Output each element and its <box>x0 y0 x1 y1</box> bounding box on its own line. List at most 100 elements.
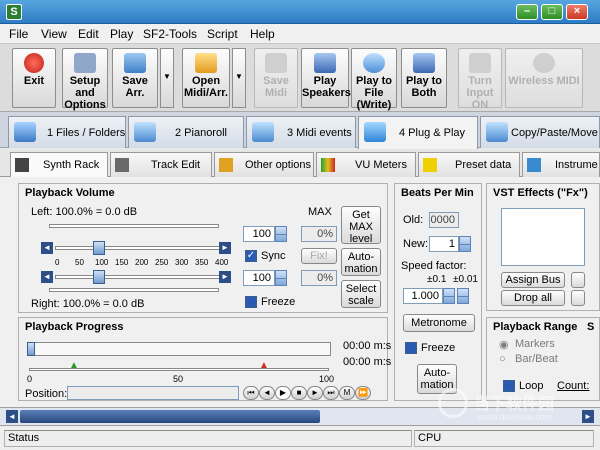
close-button[interactable]: × <box>566 4 588 20</box>
menu-help[interactable]: Help <box>250 27 275 41</box>
left-volume-input[interactable]: 100 <box>243 226 275 242</box>
scroll-left-icon[interactable]: ◄ <box>6 410 18 423</box>
right-pct-display: 0% <box>301 270 337 286</box>
next-mark-icon[interactable]: ⏩ <box>355 386 371 400</box>
speaker-icon <box>314 53 336 73</box>
status-bar: Status CPU <box>0 425 600 450</box>
scroll-thumb[interactable] <box>20 410 320 423</box>
speed-factor-input[interactable]: 1.000 <box>403 288 443 304</box>
scale-tick-200: 200 <box>135 258 149 267</box>
left-volume-spinner[interactable] <box>275 226 287 242</box>
sync-label: Sync <box>261 250 286 262</box>
open-midi-button[interactable]: Open Midi/Arr. <box>182 48 230 108</box>
forward-icon[interactable]: ► <box>307 386 323 400</box>
position-field <box>67 386 239 400</box>
speed-coarse-spinner[interactable] <box>443 288 455 304</box>
sync-checkbox[interactable]: ✓ <box>245 250 257 262</box>
freeze-volume-checkbox[interactable] <box>245 296 257 308</box>
right-volume-end-icon[interactable]: ► <box>219 271 231 283</box>
barbeat-radio-icon[interactable]: ○ <box>499 353 506 365</box>
subtab-track-edit[interactable]: Track Edit <box>110 152 212 177</box>
markers-label: Markers <box>515 338 555 350</box>
markers-radio-icon[interactable]: ◉ <box>499 338 509 351</box>
rewind-start-icon[interactable]: ⏮ <box>243 386 259 400</box>
vst-extra-button-1[interactable] <box>571 272 585 288</box>
left-volume-start-icon[interactable]: ◄ <box>41 242 53 254</box>
right-volume-slider[interactable] <box>55 275 221 279</box>
save-icon <box>124 53 146 73</box>
track-edit-icon <box>115 158 129 172</box>
watermark-text: 当下软件园 <box>474 396 555 413</box>
subtab-instruments[interactable]: Instrume <box>522 152 600 177</box>
drop-all-button[interactable]: Drop all <box>501 290 565 306</box>
right-volume-start-icon[interactable]: ◄ <box>41 271 53 283</box>
content-area: Playback Volume Left: 100.0% = 0.0 dB MA… <box>0 177 600 407</box>
main-tabs: 1 Files / Folders 2 Pianoroll 3 Midi eve… <box>0 112 600 149</box>
left-volume-slider[interactable] <box>55 246 221 250</box>
subtab-preset-data[interactable]: Preset data <box>418 152 520 177</box>
setup-options-button[interactable]: Setup and Options <box>62 48 108 111</box>
menu-sf2-tools[interactable]: SF2-Tools <box>143 27 197 41</box>
rewind-icon[interactable]: ◄ <box>259 386 275 400</box>
menu-edit[interactable]: Edit <box>78 27 99 41</box>
bpm-new-input[interactable]: 1 <box>429 236 459 252</box>
vst-effects-list[interactable] <box>501 208 585 266</box>
play-to-file-button[interactable]: Play to File (Write) <box>351 48 397 111</box>
right-volume-spinner[interactable] <box>275 270 287 286</box>
progress-scale-end: 100 <box>319 374 335 384</box>
subtab-synth-rack[interactable]: Synth Rack <box>10 152 108 177</box>
save-arr-button[interactable]: Save Arr. <box>112 48 158 108</box>
tab-plug-play[interactable]: 4 Plug & Play <box>358 116 478 149</box>
left-volume-thumb[interactable] <box>93 241 105 255</box>
skip-icon[interactable]: ⏭ <box>323 386 339 400</box>
metronome-button[interactable]: Metronome <box>403 314 475 332</box>
get-max-level-button[interactable]: Get MAX level <box>341 206 381 245</box>
volume-automation-button[interactable]: Auto-mation <box>341 248 381 276</box>
progress-thumb[interactable] <box>27 342 35 356</box>
speed-hint-fine: ±0.01 <box>453 274 478 285</box>
left-volume-end-icon[interactable]: ► <box>219 242 231 254</box>
progress-scale-start: 0 <box>27 374 33 384</box>
left-level-label: Left: 100.0% = 0.0 dB <box>31 206 138 218</box>
maximize-button[interactable]: □ <box>541 4 563 20</box>
vst-extra-button-2[interactable] <box>571 290 585 306</box>
exit-button[interactable]: Exit <box>12 48 56 108</box>
subtab-other-options[interactable]: Other options <box>214 152 314 177</box>
play-icon[interactable]: ▶ <box>275 386 291 400</box>
watermark-url: www.downxia.com <box>478 412 553 422</box>
bpm-freeze-label: Freeze <box>421 342 456 354</box>
tab-copy-paste-move[interactable]: Copy/Paste/Move <box>480 116 600 148</box>
menu-view[interactable]: View <box>41 27 67 41</box>
menu-file[interactable]: File <box>9 27 28 41</box>
bpm-old-value: 0000 <box>429 212 459 228</box>
speed-fine-spinner[interactable] <box>457 288 469 304</box>
scale-tick-150: 150 <box>115 258 129 267</box>
menu-play[interactable]: Play <box>110 27 133 41</box>
range-end-marker-icon[interactable]: ▲ <box>259 360 269 371</box>
save-dropdown[interactable]: ▼ <box>160 48 174 108</box>
stop-icon[interactable]: ■ <box>291 386 307 400</box>
menu-script[interactable]: Script <box>207 27 238 41</box>
open-dropdown[interactable]: ▼ <box>232 48 246 108</box>
play-speakers-button[interactable]: Play Speakers <box>301 48 351 108</box>
assign-bus-button[interactable]: Assign Bus <box>501 272 565 288</box>
bpm-new-spinner[interactable] <box>459 236 471 252</box>
minimize-button[interactable]: – <box>516 4 538 20</box>
tab-midi-events[interactable]: 3 Midi events <box>246 116 356 148</box>
right-volume-thumb[interactable] <box>93 270 105 284</box>
other-options-icon <box>219 158 233 172</box>
tab-files-folders[interactable]: 1 Files / Folders <box>8 116 126 148</box>
watermark: 当下软件园 www.downxia.com <box>438 388 588 428</box>
mark-icon[interactable]: M <box>339 386 355 400</box>
progress-track[interactable] <box>27 342 331 356</box>
right-volume-input[interactable]: 100 <box>243 270 275 286</box>
select-scale-button[interactable]: Select scale <box>341 280 381 308</box>
bpm-freeze-checkbox[interactable] <box>405 342 417 354</box>
tab-pianoroll[interactable]: 2 Pianoroll <box>128 116 244 148</box>
subtab-vu-meters[interactable]: VU Meters <box>316 152 416 177</box>
scale-tick-0: 0 <box>55 258 60 267</box>
play-to-both-button[interactable]: Play to Both <box>401 48 447 108</box>
exit-icon <box>24 53 44 73</box>
range-start-marker-icon[interactable]: ▲ <box>69 360 79 371</box>
position-label: Position: <box>25 388 68 400</box>
